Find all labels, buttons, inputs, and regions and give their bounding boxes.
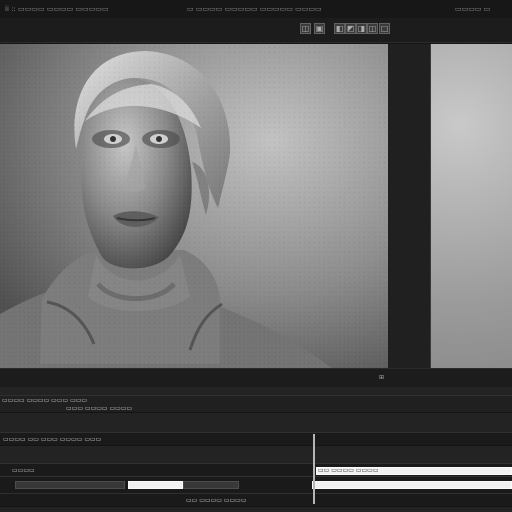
grid-icon[interactable]: ◫ — [367, 23, 378, 34]
timeline-subheader: ▭▭▭ ▭▭▭▭ ▭▭▭▭ — [66, 405, 133, 412]
secondary-preview[interactable] — [430, 44, 512, 368]
menu-center[interactable]: ▭ ▭▭▭▭ ▭▭▭▭▭ ▭▭▭▭▭ ▭▭▭▭▭ — [187, 3, 322, 15]
timeline-panel: ▭▭▭▭ ▭▭▭▭ ▭▭▭ ▭▭▭ ▭▭▭ ▭▭▭▭ ▭▭▭▭ ▭▭▭▭ ▭▭ … — [0, 387, 512, 512]
playhead[interactable] — [313, 434, 315, 504]
menu-bar: ii :: ▭▭▭▭ ▭▭▭▭ ▭▭▭▭▭ ▭ ▭▭▭▭ ▭▭▭▭▭ ▭▭▭▭▭… — [0, 0, 512, 19]
main-preview[interactable] — [0, 44, 389, 368]
timeline-clip-label: ▭▭ ▭▭▭▭ ▭▭▭▭ — [318, 467, 379, 474]
split-icon[interactable]: ◨ — [356, 23, 367, 34]
layout-icon[interactable]: ◧ — [334, 23, 345, 34]
divider-panel — [388, 44, 430, 368]
menu-left[interactable]: ii :: ▭▭▭▭ ▭▭▭▭ ▭▭▭▭▭ — [5, 3, 120, 15]
timeline-label: ▭▭▭▭ ▭▭▭▭ ▭▭▭ ▭▭▭ — [2, 397, 88, 404]
monitor-icon[interactable]: ▣ — [314, 23, 325, 34]
track-row: ▭▭▭▭ ▭▭ ▭▭▭▭ ▭▭▭▭ — [0, 463, 512, 477]
preview-footer: ⊞ — [0, 368, 512, 389]
track-label-1: ▭▭▭▭ — [12, 467, 35, 474]
menu-right[interactable]: ▭▭▭▭ ▭ — [455, 3, 505, 15]
window-icon[interactable]: □ — [379, 23, 390, 34]
timeline-clip[interactable] — [183, 481, 239, 489]
toolbar: ◫ ▣ ◧ ◩ ◨ ◫ □ — [0, 18, 512, 43]
track-label-2: ▭▭ ▭▭▭▭ ▭▭▭▭ — [186, 497, 247, 504]
track-row: ▭▭ ▭▭▭▭ ▭▭▭▭ — [0, 493, 512, 507]
track-row — [0, 476, 512, 494]
timeline-clip[interactable] — [128, 481, 183, 489]
portrait-image — [0, 44, 388, 368]
timeline-clip[interactable] — [15, 481, 125, 489]
timeline-header: ▭▭▭▭ ▭▭▭▭ ▭▭▭ ▭▭▭ ▭▭▭ ▭▭▭▭ ▭▭▭▭ — [0, 395, 512, 413]
timeline-clip[interactable] — [312, 481, 512, 489]
viewer-options-icon[interactable]: ⊞ — [379, 374, 384, 382]
tool-row: ▭▭▭▭ ▭▭ ▭▭▭ ▭▭▭▭ ▭▭▭ — [0, 432, 512, 446]
app-window: ii :: ▭▭▭▭ ▭▭▭▭ ▭▭▭▭▭ ▭ ▭▭▭▭ ▭▭▭▭▭ ▭▭▭▭▭… — [0, 0, 512, 512]
track-controls[interactable]: ▭▭▭▭ ▭▭ ▭▭▭ ▭▭▭▭ ▭▭▭ — [3, 436, 101, 444]
panel-icon[interactable]: ◩ — [345, 23, 356, 34]
view-icon[interactable]: ◫ — [300, 23, 311, 34]
